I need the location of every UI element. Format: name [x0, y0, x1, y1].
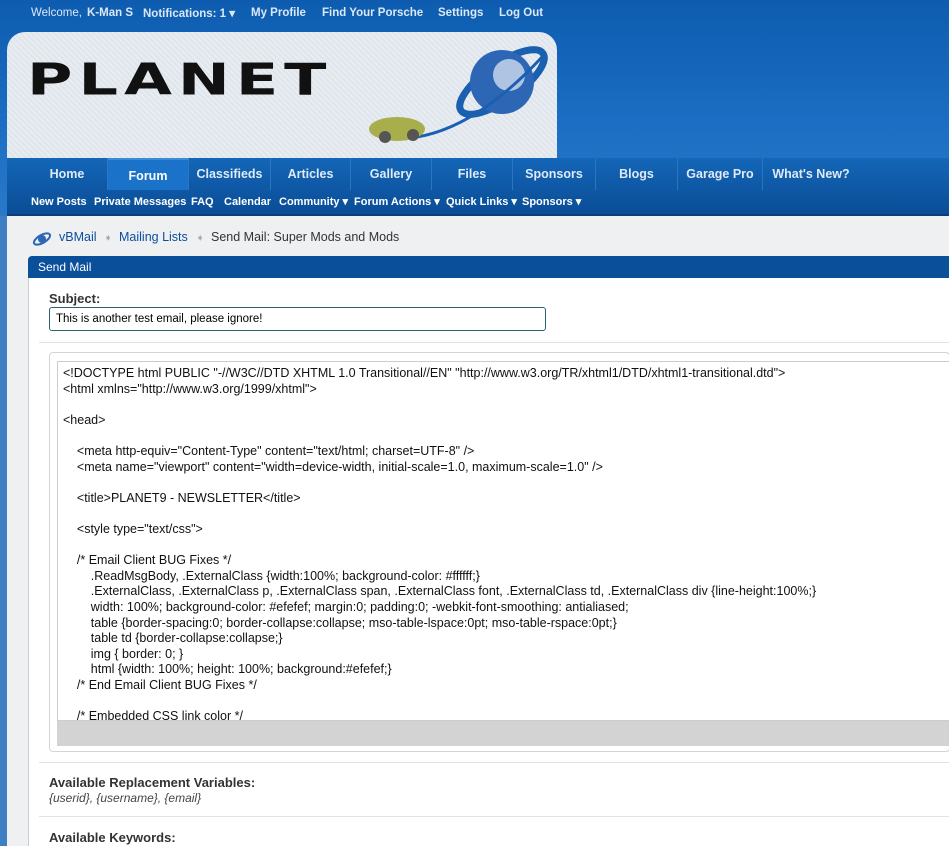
tab-classifieds[interactable]: Classifieds [189, 158, 271, 190]
tab-files[interactable]: Files [432, 158, 513, 190]
tab-articles[interactable]: Articles [271, 158, 351, 190]
editor-resize-bar[interactable] [57, 721, 949, 746]
breadcrumb-mailing-lists[interactable]: Mailing Lists [119, 230, 188, 244]
breadcrumb-separator-icon: ➧ [196, 233, 205, 244]
main-nav: Home Forum Classifieds Articles Gallery … [7, 158, 949, 216]
top-bar: Welcome, K-Man S Notifications: 1 ▾ My P… [0, 0, 949, 25]
subnav-sponsors[interactable]: Sponsors ▾ [522, 190, 581, 214]
subnav-forum-actions[interactable]: Forum Actions ▾ [354, 190, 440, 214]
notifications-menu[interactable]: Notifications: 1 ▾ [143, 6, 235, 20]
divider [39, 342, 949, 343]
site-logo[interactable]: PLANET [7, 32, 557, 160]
breadcrumb-separator-icon: ➧ [104, 233, 113, 244]
subnav-private-messages[interactable]: Private Messages [94, 190, 186, 214]
breadcrumb-vbmail[interactable]: vBMail [59, 230, 97, 244]
subject-label: Subject: [49, 291, 101, 306]
keywords-label: Available Keywords: [49, 830, 176, 845]
globe-icon [369, 46, 548, 143]
username-link[interactable]: K-Man S [87, 7, 133, 19]
subnav-calendar[interactable]: Calendar [224, 190, 271, 214]
subject-input[interactable]: This is another test email, please ignor… [49, 307, 546, 331]
message-fieldset: <!DOCTYPE html PUBLIC "-//W3C//DTD XHTML… [49, 352, 949, 752]
panel-title: Send Mail [28, 256, 949, 278]
replacement-variables-label: Available Replacement Variables: [49, 775, 256, 790]
vbulletin-home-icon[interactable] [32, 231, 52, 247]
message-body: <!DOCTYPE html PUBLIC "-//W3C//DTD XHTML… [63, 366, 817, 721]
tab-forum[interactable]: Forum [108, 158, 189, 190]
subnav-new-posts[interactable]: New Posts [31, 190, 87, 214]
divider [39, 816, 949, 817]
tab-sponsors[interactable]: Sponsors [513, 158, 596, 190]
breadcrumb-current: Send Mail: Super Mods and Mods [211, 230, 400, 244]
subnav-community[interactable]: Community ▾ [279, 190, 348, 214]
send-mail-form: Subject: This is another test email, ple… [28, 278, 949, 846]
settings-link[interactable]: Settings [438, 7, 483, 19]
subnav-quick-links[interactable]: Quick Links ▾ [446, 190, 517, 214]
message-editor[interactable]: <!DOCTYPE html PUBLIC "-//W3C//DTD XHTML… [57, 361, 949, 721]
welcome-label: Welcome, [31, 6, 82, 19]
divider [39, 762, 949, 763]
left-border [0, 216, 7, 846]
tab-whats-new[interactable]: What's New? [763, 158, 859, 190]
tab-blogs[interactable]: Blogs [596, 158, 678, 190]
tab-garage-pro[interactable]: Garage Pro [678, 158, 763, 190]
tab-home[interactable]: Home [27, 158, 108, 190]
tab-gallery[interactable]: Gallery [351, 158, 432, 190]
subnav-faq[interactable]: FAQ [191, 190, 214, 214]
find-porsche-link[interactable]: Find Your Porsche [322, 7, 423, 19]
logout-link[interactable]: Log Out [499, 7, 543, 19]
replacement-variables: {userid}, {username}, {email} [49, 791, 202, 805]
my-profile-link[interactable]: My Profile [251, 7, 306, 19]
